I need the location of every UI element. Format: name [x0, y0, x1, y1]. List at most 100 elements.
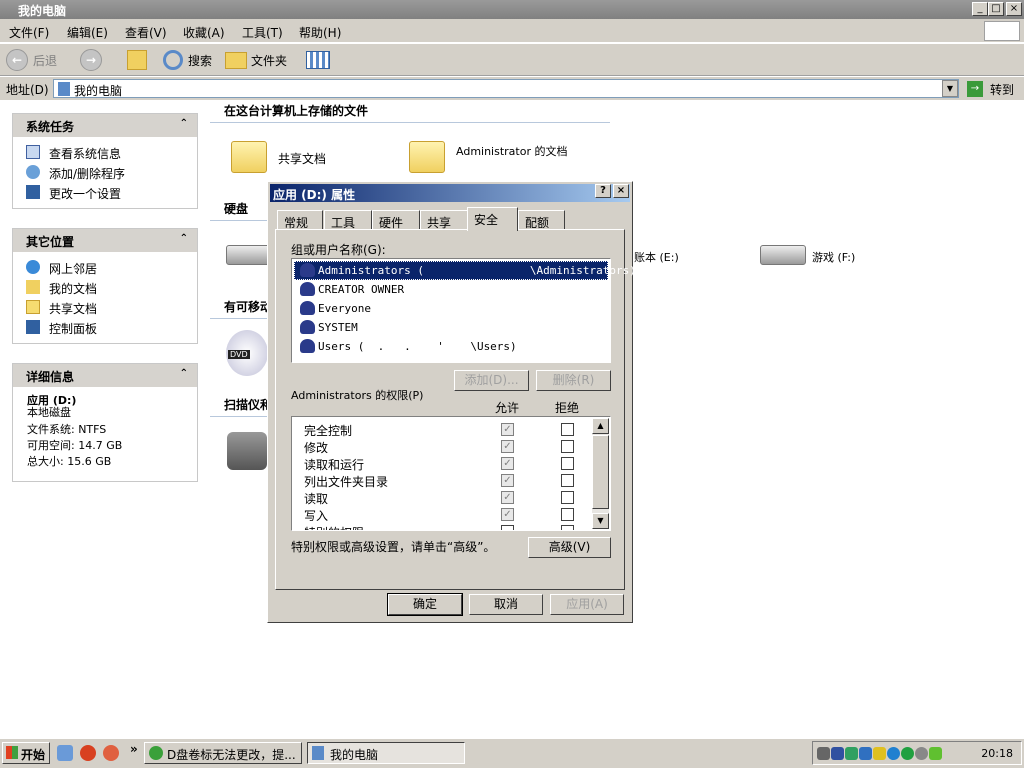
- minimize-button[interactable]: _: [972, 2, 988, 16]
- admin-documents-item[interactable]: Administrator 的文档: [456, 146, 576, 157]
- camera-icon[interactable]: [227, 432, 267, 470]
- allow-checkbox[interactable]: ✓: [501, 491, 514, 504]
- panel-header[interactable]: 其它位置 ⌃: [13, 229, 197, 252]
- views-button[interactable]: [306, 51, 330, 69]
- panel-title: 其它位置: [26, 235, 75, 249]
- back-arrow-icon[interactable]: ←: [6, 49, 28, 71]
- place-my-documents[interactable]: 我的文档: [13, 277, 197, 297]
- user-everyone[interactable]: Everyone: [294, 299, 608, 318]
- quick-launch-icon[interactable]: [103, 745, 119, 761]
- deny-checkbox[interactable]: [561, 508, 574, 521]
- place-network[interactable]: 网上邻居: [13, 257, 197, 277]
- user-group-icon: [300, 282, 315, 296]
- tab-tools[interactable]: 工具: [324, 210, 372, 230]
- umbrella-icon[interactable]: [845, 747, 858, 760]
- folder-icon[interactable]: [409, 141, 445, 173]
- scrollbar[interactable]: ▲ ▼: [592, 418, 609, 529]
- remove-button[interactable]: 删除(R): [536, 370, 611, 391]
- up-folder-icon[interactable]: [127, 50, 147, 70]
- network-icon[interactable]: [831, 747, 844, 760]
- drive-e-item[interactable]: 账本 (E:): [634, 249, 679, 265]
- security-icon[interactable]: [901, 747, 914, 760]
- deny-checkbox[interactable]: [561, 440, 574, 453]
- apply-button[interactable]: 应用(A): [550, 594, 624, 615]
- deny-checkbox[interactable]: [561, 491, 574, 504]
- deny-checkbox[interactable]: [561, 474, 574, 487]
- deny-checkbox[interactable]: [561, 423, 574, 436]
- back-button[interactable]: 后退: [33, 52, 57, 69]
- place-control-panel[interactable]: 控制面板: [13, 317, 197, 337]
- allow-checkbox[interactable]: ✓: [501, 440, 514, 453]
- shared-documents-item[interactable]: 共享文档: [278, 150, 326, 167]
- allow-checkbox[interactable]: ✓: [501, 423, 514, 436]
- menu-tools[interactable]: 工具(T): [242, 24, 283, 41]
- folders-button[interactable]: 文件夹: [251, 52, 287, 69]
- allow-checkbox[interactable]: ✓: [501, 508, 514, 521]
- shield-icon[interactable]: [859, 747, 872, 760]
- tab-sharing[interactable]: 共享: [420, 210, 468, 230]
- cancel-button[interactable]: 取消: [469, 594, 543, 615]
- globe-icon[interactable]: [887, 747, 900, 760]
- task-label: 查看系统信息: [49, 147, 122, 161]
- allow-checkbox[interactable]: ✓: [501, 457, 514, 470]
- panel-header[interactable]: 详细信息 ⌃: [13, 364, 197, 387]
- menu-file[interactable]: 文件(F): [9, 24, 49, 41]
- tab-general[interactable]: 常规: [277, 210, 323, 230]
- dialog-close-button[interactable]: ×: [613, 184, 629, 198]
- user-system[interactable]: SYSTEM: [294, 318, 608, 337]
- task-view-system-info[interactable]: 查看系统信息: [13, 142, 197, 162]
- hard-drive-icon[interactable]: [226, 245, 272, 265]
- scroll-up-button[interactable]: ▲: [592, 418, 609, 434]
- address-dropdown-button[interactable]: ▼: [942, 80, 958, 97]
- hard-drive-icon[interactable]: [760, 245, 806, 265]
- user-administrators[interactable]: Administrators ( \Administrators): [294, 261, 636, 280]
- tab-hardware[interactable]: 硬件: [372, 210, 420, 230]
- search-button[interactable]: 搜索: [188, 52, 212, 69]
- disc-icon[interactable]: [915, 747, 928, 760]
- tab-quota[interactable]: 配额: [518, 210, 565, 230]
- quick-launch-icon[interactable]: [57, 745, 73, 761]
- forward-button[interactable]: →: [80, 49, 102, 71]
- deny-checkbox[interactable]: [561, 457, 574, 470]
- ok-button[interactable]: 确定: [387, 593, 463, 616]
- folder-icon[interactable]: [231, 141, 267, 173]
- menu-help[interactable]: 帮助(H): [299, 24, 341, 41]
- dvd-drive-icon[interactable]: DVD: [226, 330, 268, 376]
- task-change-setting[interactable]: 更改一个设置: [13, 182, 197, 202]
- permissions-list[interactable]: 完全控制 ✓ 修改 ✓ 读取和运行 ✓ 列出文件夹目录 ✓ 读取 ✓ 写入 ✓ 特别的权限: [291, 416, 611, 531]
- plus-icon[interactable]: [929, 747, 942, 760]
- user-creator-owner[interactable]: CREATOR OWNER: [294, 280, 608, 299]
- address-input[interactable]: 我的电脑 ▼: [53, 79, 959, 98]
- collapse-icon[interactable]: ⌃: [180, 118, 188, 129]
- task-button-ie[interactable]: D盘卷标无法更改，提...: [144, 742, 302, 764]
- allow-checkbox[interactable]: [501, 525, 514, 530]
- warning-icon[interactable]: [873, 747, 886, 760]
- start-button[interactable]: 开始: [2, 742, 50, 764]
- add-button[interactable]: 添加(D)...: [454, 370, 529, 391]
- place-shared-documents[interactable]: 共享文档: [13, 297, 197, 317]
- task-button-my-computer[interactable]: 我的电脑: [307, 742, 465, 764]
- go-button[interactable]: → 转到: [964, 80, 1020, 98]
- tab-security[interactable]: 安全: [467, 207, 518, 231]
- more-chevron[interactable]: »: [130, 742, 138, 756]
- panel-header[interactable]: 系统任务 ⌃: [13, 114, 197, 137]
- maximize-button[interactable]: □: [988, 2, 1004, 16]
- deny-checkbox[interactable]: [561, 525, 574, 530]
- advanced-button[interactable]: 高级(V): [528, 537, 611, 558]
- drive-f-item[interactable]: 游戏 (F:): [812, 249, 855, 265]
- menu-edit[interactable]: 编辑(E): [67, 24, 108, 41]
- menu-favorites[interactable]: 收藏(A): [183, 24, 225, 41]
- quick-launch-icon[interactable]: [80, 745, 96, 761]
- keyboard-icon[interactable]: [817, 747, 830, 760]
- scroll-thumb[interactable]: [592, 435, 609, 509]
- user-users[interactable]: Users ( . . ' \Users): [294, 337, 608, 356]
- task-add-remove-programs[interactable]: 添加/删除程序: [13, 162, 197, 182]
- menu-view[interactable]: 查看(V): [125, 24, 167, 41]
- scroll-down-button[interactable]: ▼: [592, 513, 609, 529]
- help-button[interactable]: ?: [595, 184, 611, 198]
- collapse-icon[interactable]: ⌃: [180, 368, 188, 379]
- allow-checkbox[interactable]: ✓: [501, 474, 514, 487]
- users-list[interactable]: Administrators ( \Administrators) CREATO…: [291, 258, 636, 363]
- close-button[interactable]: ×: [1006, 2, 1022, 16]
- collapse-icon[interactable]: ⌃: [180, 233, 188, 244]
